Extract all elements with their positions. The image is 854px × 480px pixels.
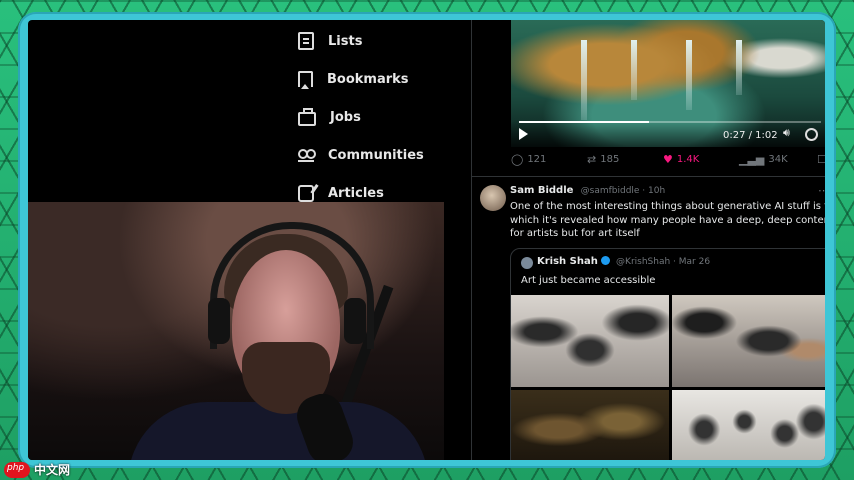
video-progress-fill (519, 121, 649, 123)
tweet-text: One of the most interesting things about… (510, 200, 825, 241)
tweet-text-line: for artists but for art itself (510, 228, 640, 239)
video-controls: 0:27 / 1:02 🔊︎ (511, 121, 825, 147)
bookmark-icon (298, 71, 313, 89)
more-options-icon[interactable]: ⋯ (818, 184, 825, 197)
video-time: 0:27 / 1:02 (723, 130, 778, 141)
tweet-author-handle: @samfbiddle · 10h (580, 186, 666, 196)
heart-icon: ♥ (663, 153, 673, 166)
column-divider (471, 20, 472, 460)
screen: Lists Bookmarks Jobs Communities Article… (28, 20, 825, 460)
retweet-count: 185 (600, 154, 620, 165)
like-button[interactable]: ♥ 1.4K (663, 153, 699, 166)
sidebar-item-jobs[interactable]: Jobs (298, 105, 361, 129)
sidebar-item-label: Bookmarks (327, 71, 409, 87)
views-icon: ▁▃▅ (739, 153, 765, 166)
sidebar-item-label: Jobs (330, 109, 361, 125)
sidebar-item-bookmarks[interactable]: Bookmarks (298, 67, 409, 91)
quote-author-handle: @KrishShah · Mar 26 (616, 257, 711, 267)
watermark-text: 中文网 (34, 463, 71, 477)
quote-header: Krish Shah @KrishShah · Mar 26 (537, 256, 710, 267)
sidebar-item-communities[interactable]: Communities (298, 143, 424, 167)
play-icon[interactable] (519, 128, 528, 140)
php-logo-icon (4, 461, 30, 478)
headset-earcup (344, 298, 366, 344)
video-frame-detail (581, 40, 587, 120)
tweet-text-line: which it's revealed how many people have… (510, 214, 825, 226)
quote-tweet[interactable]: Krish Shah @KrishShah · Mar 26 Art just … (510, 248, 825, 460)
communities-icon (298, 148, 316, 162)
volume-icon[interactable]: 🔊︎ (783, 126, 790, 140)
articles-icon (298, 184, 314, 202)
video-frame-detail (736, 40, 742, 95)
retweet-button[interactable]: ⇄ 185 (587, 153, 619, 166)
tweet-separator (472, 176, 825, 177)
watermark: 中文网 (4, 461, 70, 478)
quote-author-name: Krish Shah (537, 256, 598, 267)
verified-badge-icon (600, 256, 610, 265)
list-icon (298, 32, 314, 50)
reply-icon: ◯ (511, 153, 524, 166)
quote-image[interactable] (672, 295, 825, 387)
quote-text: Art just became accessible (521, 275, 656, 286)
reply-count: 121 (527, 154, 547, 165)
tweet-text-line: One of the most interesting things about… (510, 201, 825, 212)
video-progress-bar[interactable] (519, 121, 821, 123)
avatar (521, 257, 533, 269)
quote-image[interactable] (672, 390, 825, 460)
retweet-icon: ⇄ (587, 153, 597, 166)
sidebar-item-label: Articles (328, 185, 384, 201)
like-count: 1.4K (676, 154, 700, 165)
reply-button[interactable]: ◯ 121 (511, 153, 546, 166)
video-frame-detail (686, 40, 692, 110)
bookmark-icon: ☐ (817, 153, 825, 166)
sidebar-item-lists[interactable]: Lists (298, 29, 362, 53)
avatar[interactable] (480, 185, 506, 211)
sidebar-item-label: Communities (328, 147, 424, 163)
tweet-actions: ◯ 121 ⇄ 185 ♥ 1.4K ▁▃▅ 34K ☐ (511, 153, 825, 171)
quote-image[interactable] (511, 295, 669, 387)
video-frame-detail (631, 40, 637, 100)
views-button[interactable]: ▁▃▅ 34K (739, 153, 788, 166)
webcam-overlay (28, 202, 444, 460)
video-player[interactable]: 0:27 / 1:02 🔊︎ (511, 20, 825, 147)
jobs-icon (298, 108, 316, 126)
quote-image-grid (511, 295, 825, 460)
headset-earcup (208, 298, 230, 344)
sidebar-item-label: Lists (328, 33, 363, 49)
bookmark-button[interactable]: ☐ (817, 153, 825, 166)
tweet-author-name[interactable]: Sam Biddle (510, 185, 573, 196)
views-count: 34K (768, 154, 788, 165)
tweet-header: Sam Biddle @samfbiddle · 10h (510, 185, 665, 196)
gear-icon[interactable] (805, 128, 818, 141)
quote-image[interactable] (511, 390, 669, 460)
